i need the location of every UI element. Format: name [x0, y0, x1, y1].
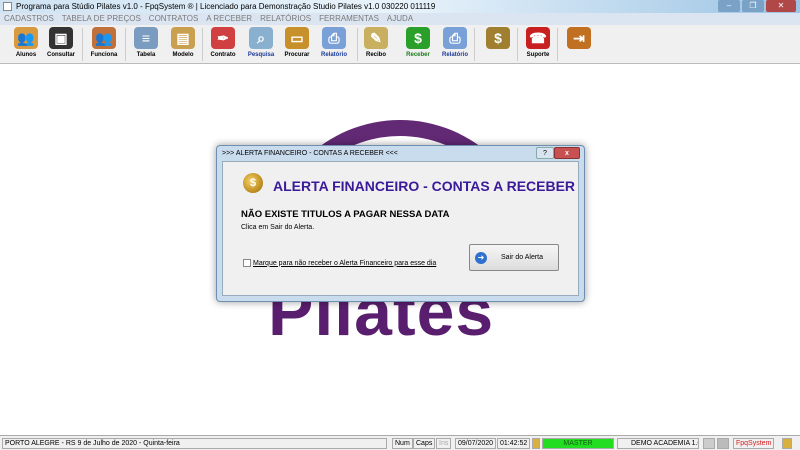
- printer-icon: ⎙: [322, 27, 346, 49]
- dialog-close-button[interactable]: x: [554, 147, 580, 159]
- skip-alert-checkbox[interactable]: Marque para não receber o Alerta Finance…: [243, 259, 436, 267]
- status-location: PORTO ALEGRE - RS 9 de Julho de 2020 - Q…: [2, 438, 387, 449]
- status-time: 01:42:52: [497, 438, 531, 449]
- dialog-title: >>> ALERTA FINANCEIRO - CONTAS A RECEBER…: [222, 150, 398, 157]
- id-card-icon: ▣: [49, 27, 73, 49]
- checkbox-box[interactable]: [243, 259, 251, 267]
- toolbar-label: Contrato: [210, 52, 236, 58]
- dollar-icon: $: [406, 27, 430, 49]
- toolbar: 👥 Alunos ▣ Consultar 👥 Funciona ≡ Tabela ▤ Modelo…: [0, 25, 800, 64]
- minimize-button[interactable]: –: [718, 0, 740, 12]
- status-num: Num: [392, 438, 413, 449]
- toolbar-button-relatorio-2[interactable]: ⎙ Relatório: [436, 27, 474, 62]
- user-icon: [532, 438, 540, 449]
- help-button[interactable]: ?: [536, 147, 554, 159]
- toolbar-button-funciona[interactable]: 👥 Funciona: [85, 27, 123, 62]
- menu-ferramentas[interactable]: FERRAMENTAS: [319, 13, 379, 25]
- status-date: 09/07/2020: [455, 438, 497, 449]
- toolbar-button-receber[interactable]: $ Receber: [399, 27, 437, 62]
- pen-icon: ✒: [211, 27, 235, 49]
- coin-icon: $: [486, 27, 510, 49]
- toolbar-button-consultar[interactable]: ▣ Consultar: [42, 27, 80, 62]
- coin-icon: $: [243, 173, 263, 193]
- toolbar-separator: [557, 28, 558, 61]
- toolbar-label: Receber: [406, 52, 430, 58]
- menu-relatorios[interactable]: RELATÓRIOS: [260, 13, 311, 25]
- toolbar-label: Recibo: [365, 52, 386, 58]
- dialog-heading: ALERTA FINANCEIRO - CONTAS A RECEBER: [273, 178, 576, 194]
- toolbar-label: Suporte: [526, 52, 550, 58]
- toolbar-label: Relatório: [320, 52, 347, 58]
- status-brand: FpqSystem: [733, 438, 775, 449]
- employees-icon: 👥: [92, 27, 116, 49]
- checkbox-label: Marque para não receber o Alerta Finance…: [253, 259, 437, 267]
- toolbar-separator: [474, 28, 475, 61]
- toolbar-label: Modelo: [172, 52, 194, 58]
- toolbar-button-pesquisa[interactable]: ⌕ Pesquisa: [242, 27, 280, 62]
- status-edition: DEMO ACADEMIA 1.0: [617, 438, 699, 449]
- toolbar-button-alunos[interactable]: 👥 Alunos: [7, 27, 45, 62]
- toolbar-label: Alunos: [15, 52, 37, 58]
- alert-dialog: >>> ALERTA FINANCEIRO - CONTAS A RECEBER…: [216, 145, 585, 302]
- status-ins: Ins: [436, 438, 452, 449]
- alert-message: NÃO EXISTE TITULOS A PAGAR NESSA DATA: [241, 209, 450, 220]
- toolbar-label: Procurar: [284, 52, 310, 58]
- maximize-button[interactable]: ❐: [742, 0, 764, 12]
- window-title: Programa para Stúdio Pilates v1.0 - FpqS…: [16, 2, 436, 11]
- menu-a-receber[interactable]: A RECEBER: [206, 13, 252, 25]
- toolbar-separator: [125, 28, 126, 61]
- exit-alert-label: Sair do Alerta: [501, 254, 544, 261]
- close-button[interactable]: ✕: [766, 0, 796, 12]
- app-small-icon: [782, 438, 792, 449]
- toolbar-label: Tabela: [136, 52, 156, 58]
- monitor-icon: [717, 438, 729, 449]
- toolbar-separator: [202, 28, 203, 61]
- receipt-icon: ✎: [364, 27, 388, 49]
- alert-instruction: Clica em Sair do Alerta.: [241, 224, 315, 231]
- menu-bar: CADASTROS TABELA DE PREÇOS CONTRATOS A R…: [0, 13, 800, 25]
- title-bar: Programa para Stúdio Pilates v1.0 - FpqS…: [0, 0, 800, 13]
- toolbar-button-tabela[interactable]: ≡ Tabela: [127, 27, 165, 62]
- menu-ajuda[interactable]: AJUDA: [387, 13, 413, 25]
- menu-tabela-de-precos[interactable]: TABELA DE PREÇOS: [62, 13, 141, 25]
- status-bar: PORTO ALEGRE - RS 9 de Julho de 2020 - Q…: [0, 435, 800, 450]
- toolbar-button-contrato[interactable]: ✒ Contrato: [204, 27, 242, 62]
- menu-cadastros[interactable]: CADASTROS: [4, 13, 54, 25]
- menu-contratos[interactable]: CONTRATOS: [149, 13, 198, 25]
- toolbar-label: Pesquisa: [247, 52, 275, 58]
- search-icon: ⌕: [249, 27, 273, 49]
- toolbar-button-modelo[interactable]: ▤ Modelo: [164, 27, 202, 62]
- price-table-icon: ≡: [134, 27, 158, 49]
- toolbar-separator: [82, 28, 83, 61]
- toolbar-label: Consultar: [46, 52, 75, 58]
- arrow-right-icon: ➜: [475, 251, 487, 264]
- students-icon: 👥: [14, 27, 38, 49]
- status-caps: Caps: [413, 438, 436, 449]
- toolbar-label: Relatório: [441, 52, 468, 58]
- status-user: MASTER: [542, 438, 614, 449]
- support-icon: ☎: [526, 27, 550, 49]
- app-icon: [3, 2, 12, 11]
- parchment-icon: ▤: [171, 27, 195, 49]
- toolbar-button-coin[interactable]: $: [479, 27, 517, 62]
- toolbar-button-recibo[interactable]: ✎ Recibo: [357, 27, 395, 62]
- disk-icon: [703, 438, 715, 449]
- printer-icon: ⎙: [443, 27, 467, 49]
- toolbar-label: Funciona: [90, 52, 118, 58]
- file-drawer-icon: ▭: [285, 27, 309, 49]
- toolbar-button-relatorio[interactable]: ⎙ Relatório: [315, 27, 353, 62]
- toolbar-button-exit-door[interactable]: ⇥: [560, 27, 598, 62]
- exit-door-icon: ⇥: [567, 27, 591, 49]
- toolbar-separator: [517, 28, 518, 61]
- exit-alert-button[interactable]: ➜ Sair do Alerta: [469, 244, 559, 271]
- toolbar-button-suporte[interactable]: ☎ Suporte: [519, 27, 557, 62]
- toolbar-button-procurar[interactable]: ▭ Procurar: [278, 27, 316, 62]
